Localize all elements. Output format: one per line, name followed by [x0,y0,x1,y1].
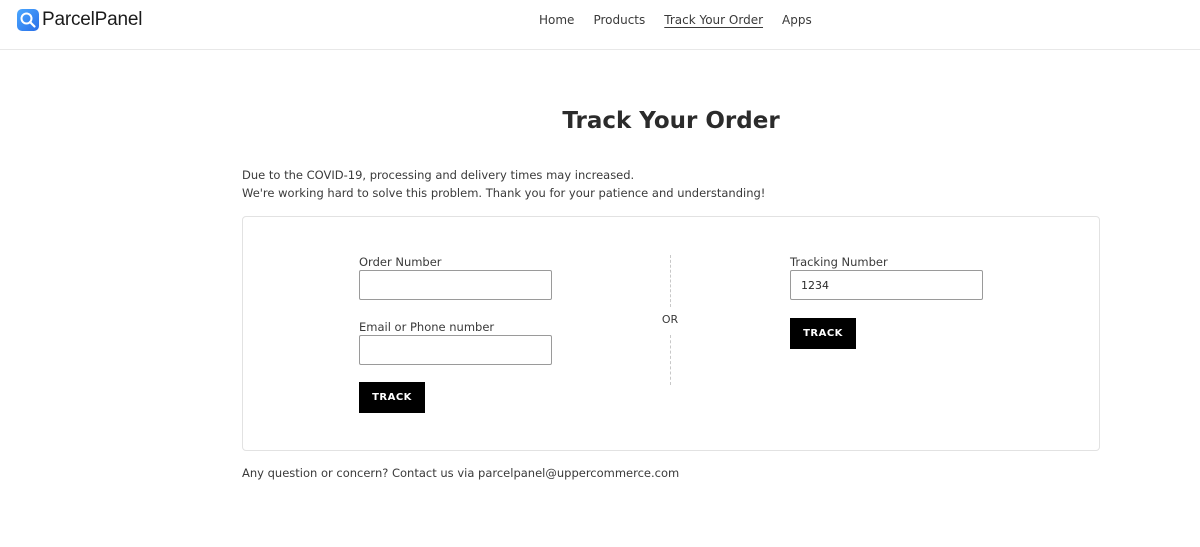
nav-item-home[interactable]: Home [539,13,574,27]
order-number-label: Order Number [359,255,442,269]
notice-line-1: Due to the COVID-19, processing and deli… [242,168,635,182]
tracking-number-input[interactable] [790,270,983,300]
brand-name: ParcelPanel [42,9,143,30]
track-number-button[interactable]: TRACK [790,318,856,349]
divider-top [670,255,671,307]
tracking-card: Order Number Email or Phone number TRACK… [242,216,1100,451]
page-title: Track Your Order [562,108,780,134]
brand-logo[interactable]: ParcelPanel [17,8,142,32]
covid-notice: Due to the COVID-19, processing and deli… [242,166,1062,202]
email-phone-label: Email or Phone number [359,320,495,334]
main-nav: Home Products Track Your Order Apps [539,13,831,27]
or-label: OR [661,313,679,326]
order-number-input[interactable] [359,270,552,300]
nav-item-track-your-order[interactable]: Track Your Order [664,13,763,27]
nav-item-apps[interactable]: Apps [782,13,812,27]
nav-item-products[interactable]: Products [593,13,645,27]
magnifier-logo-icon [17,9,39,31]
contact-text: Any question or concern? Contact us via … [242,466,680,480]
track-order-button[interactable]: TRACK [359,382,425,413]
email-phone-input[interactable] [359,335,552,365]
divider-bottom [670,335,671,385]
tracking-number-label: Tracking Number [790,255,888,269]
site-header: ParcelPanel Home Products Track Your Ord… [0,0,1200,50]
notice-line-2: We're working hard to solve this problem… [242,186,766,200]
